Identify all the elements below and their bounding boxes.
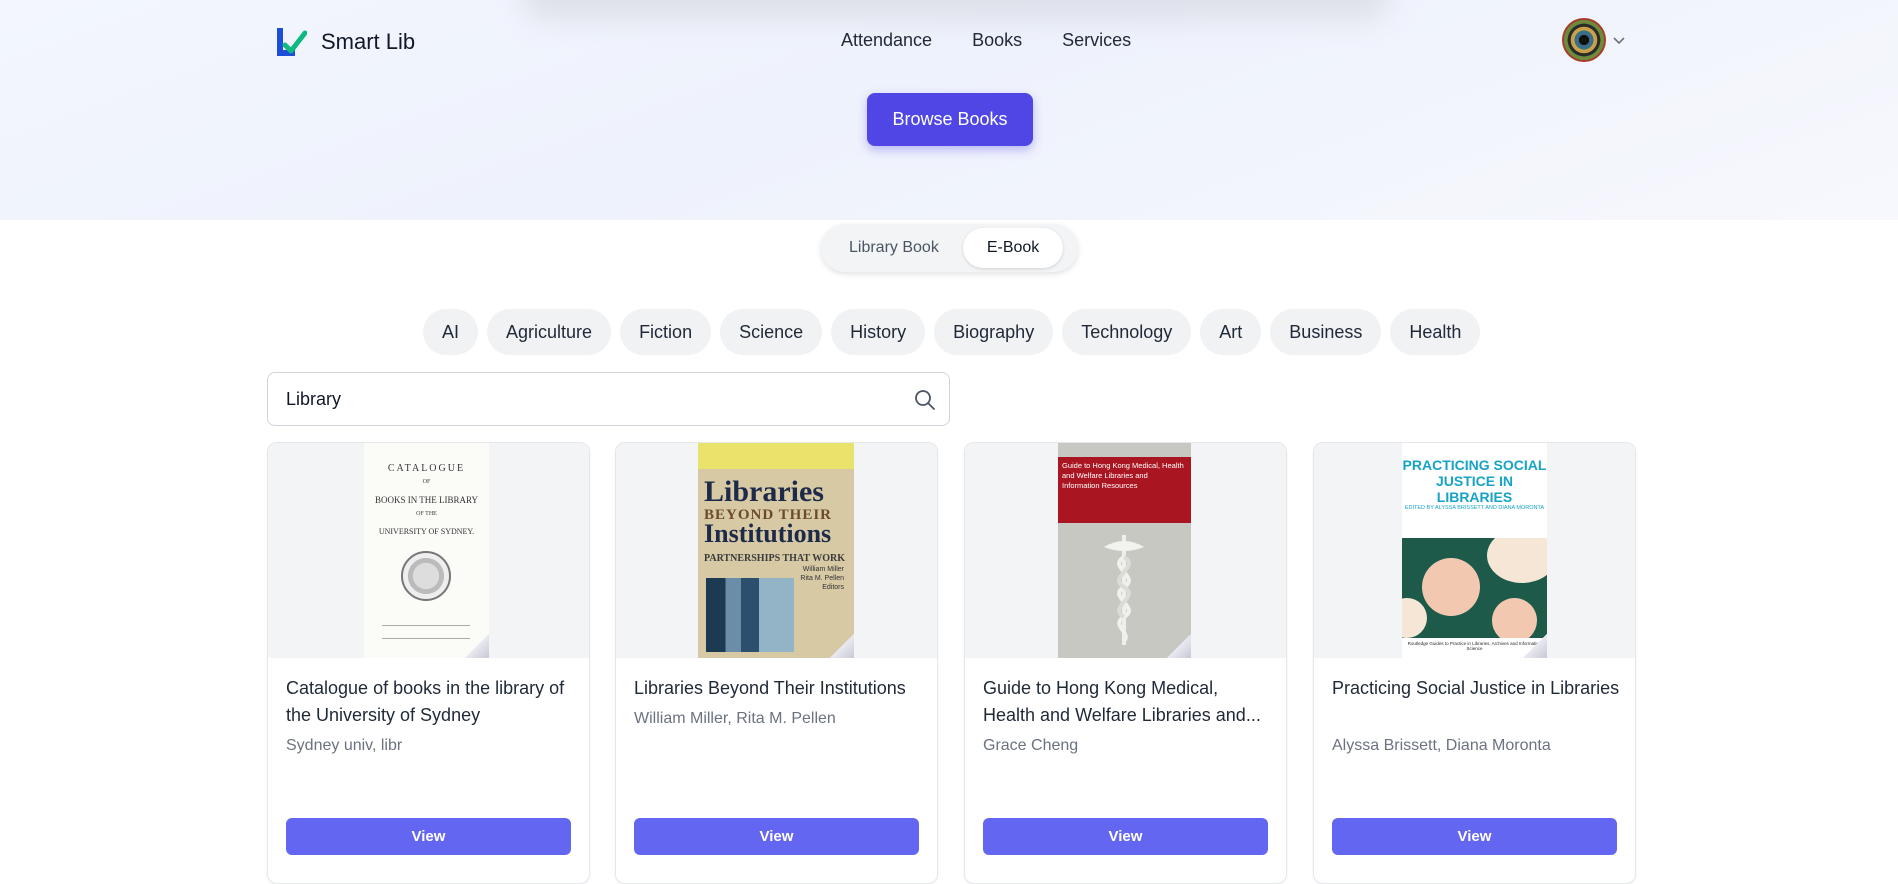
book-author: Sydney univ, libr [286, 737, 403, 754]
search-input[interactable] [268, 373, 904, 425]
cover-editors: William Miller Rita M. Pellen Editors [800, 566, 844, 591]
brand-name: Smart Lib [321, 29, 416, 54]
book-title[interactable]: Libraries Beyond Their Institutions [634, 675, 924, 702]
cover-title-band: Guide to Hong Kong Medical, Health and W… [1058, 457, 1191, 523]
book-title[interactable]: Practicing Social Justice in Libraries [1332, 675, 1622, 702]
page-curl [1523, 634, 1547, 658]
category-technology[interactable]: Technology [1062, 309, 1192, 355]
book-cover-image[interactable]: Libraries BEYOND THEIR Institutions PART… [698, 443, 854, 658]
chevron-down-icon[interactable] [1612, 33, 1626, 47]
category-business[interactable]: Business [1270, 309, 1382, 355]
book-card[interactable]: Guide to Hong Kong Medical, Health and W… [964, 442, 1287, 884]
brand-logo[interactable]: Smart Lib [275, 25, 415, 59]
book-cover-area: Guide to Hong Kong Medical, Health and W… [965, 443, 1286, 658]
book-card[interactable]: Libraries BEYOND THEIR Institutions PART… [615, 442, 938, 884]
toggle-library-book[interactable]: Library Book [825, 228, 963, 268]
cover-imprint-lines [382, 625, 470, 639]
category-art[interactable]: Art [1200, 309, 1262, 355]
book-cover-image[interactable]: CATALOGUE OF BOOKS IN THE LIBRARY OF THE… [364, 443, 489, 658]
search-box [267, 372, 950, 426]
browse-books-button[interactable]: Browse Books [867, 93, 1033, 146]
page-curl [1167, 634, 1191, 658]
category-fiction[interactable]: Fiction [620, 309, 712, 355]
caduceus-icon [1104, 535, 1144, 645]
book-cover-area: CATALOGUE OF BOOKS IN THE LIBRARY OF THE… [268, 443, 589, 658]
category-ai[interactable]: AI [423, 309, 479, 355]
view-button[interactable]: View [983, 818, 1268, 855]
book-title[interactable]: Catalogue of books in the library of the… [286, 675, 576, 729]
category-history[interactable]: History [831, 309, 926, 355]
category-filters: AI Agriculture Fiction Science History B… [423, 309, 1481, 355]
book-card[interactable]: PRACTICING SOCIAL JUSTICE IN LIBRARIES E… [1313, 442, 1636, 884]
category-health[interactable]: Health [1390, 309, 1481, 355]
university-seal [401, 551, 451, 601]
book-cover-area: PRACTICING SOCIAL JUSTICE IN LIBRARIES E… [1314, 443, 1635, 658]
book-author: William Miller, Rita M. Pellen [634, 710, 836, 727]
search-icon[interactable] [913, 388, 937, 412]
main-nav: Attendance Books Services [841, 30, 1131, 51]
category-biography[interactable]: Biography [934, 309, 1054, 355]
top-shadow-decoration [520, 0, 1390, 20]
cover-artwork [1402, 538, 1547, 638]
book-cover-area: Libraries BEYOND THEIR Institutions PART… [616, 443, 937, 658]
page-curl [465, 634, 489, 658]
book-type-toggle: Library Book E-Book [821, 224, 1078, 272]
book-cover-image[interactable]: Guide to Hong Kong Medical, Health and W… [1058, 443, 1191, 658]
toggle-e-book[interactable]: E-Book [962, 228, 1064, 268]
book-cover-image[interactable]: PRACTICING SOCIAL JUSTICE IN LIBRARIES E… [1402, 443, 1547, 658]
page-curl [830, 634, 854, 658]
avatar[interactable] [1562, 18, 1606, 62]
book-author: Alyssa Brissett, Diana Moronta [1332, 737, 1551, 754]
book-author: Grace Cheng [983, 737, 1079, 754]
view-button[interactable]: View [1332, 818, 1617, 855]
book-card[interactable]: CATALOGUE OF BOOKS IN THE LIBRARY OF THE… [267, 442, 590, 884]
view-button[interactable]: View [286, 818, 571, 855]
user-menu[interactable] [1562, 18, 1626, 62]
category-agriculture[interactable]: Agriculture [487, 309, 612, 355]
nav-attendance[interactable]: Attendance [841, 30, 932, 51]
cover-photo [706, 578, 794, 652]
smart-lib-logo-icon [277, 28, 307, 56]
view-button[interactable]: View [634, 818, 919, 855]
nav-books[interactable]: Books [972, 30, 1022, 51]
book-title[interactable]: Guide to Hong Kong Medical, Health and W… [983, 675, 1273, 729]
nav-services[interactable]: Services [1062, 30, 1131, 51]
category-science[interactable]: Science [720, 309, 823, 355]
